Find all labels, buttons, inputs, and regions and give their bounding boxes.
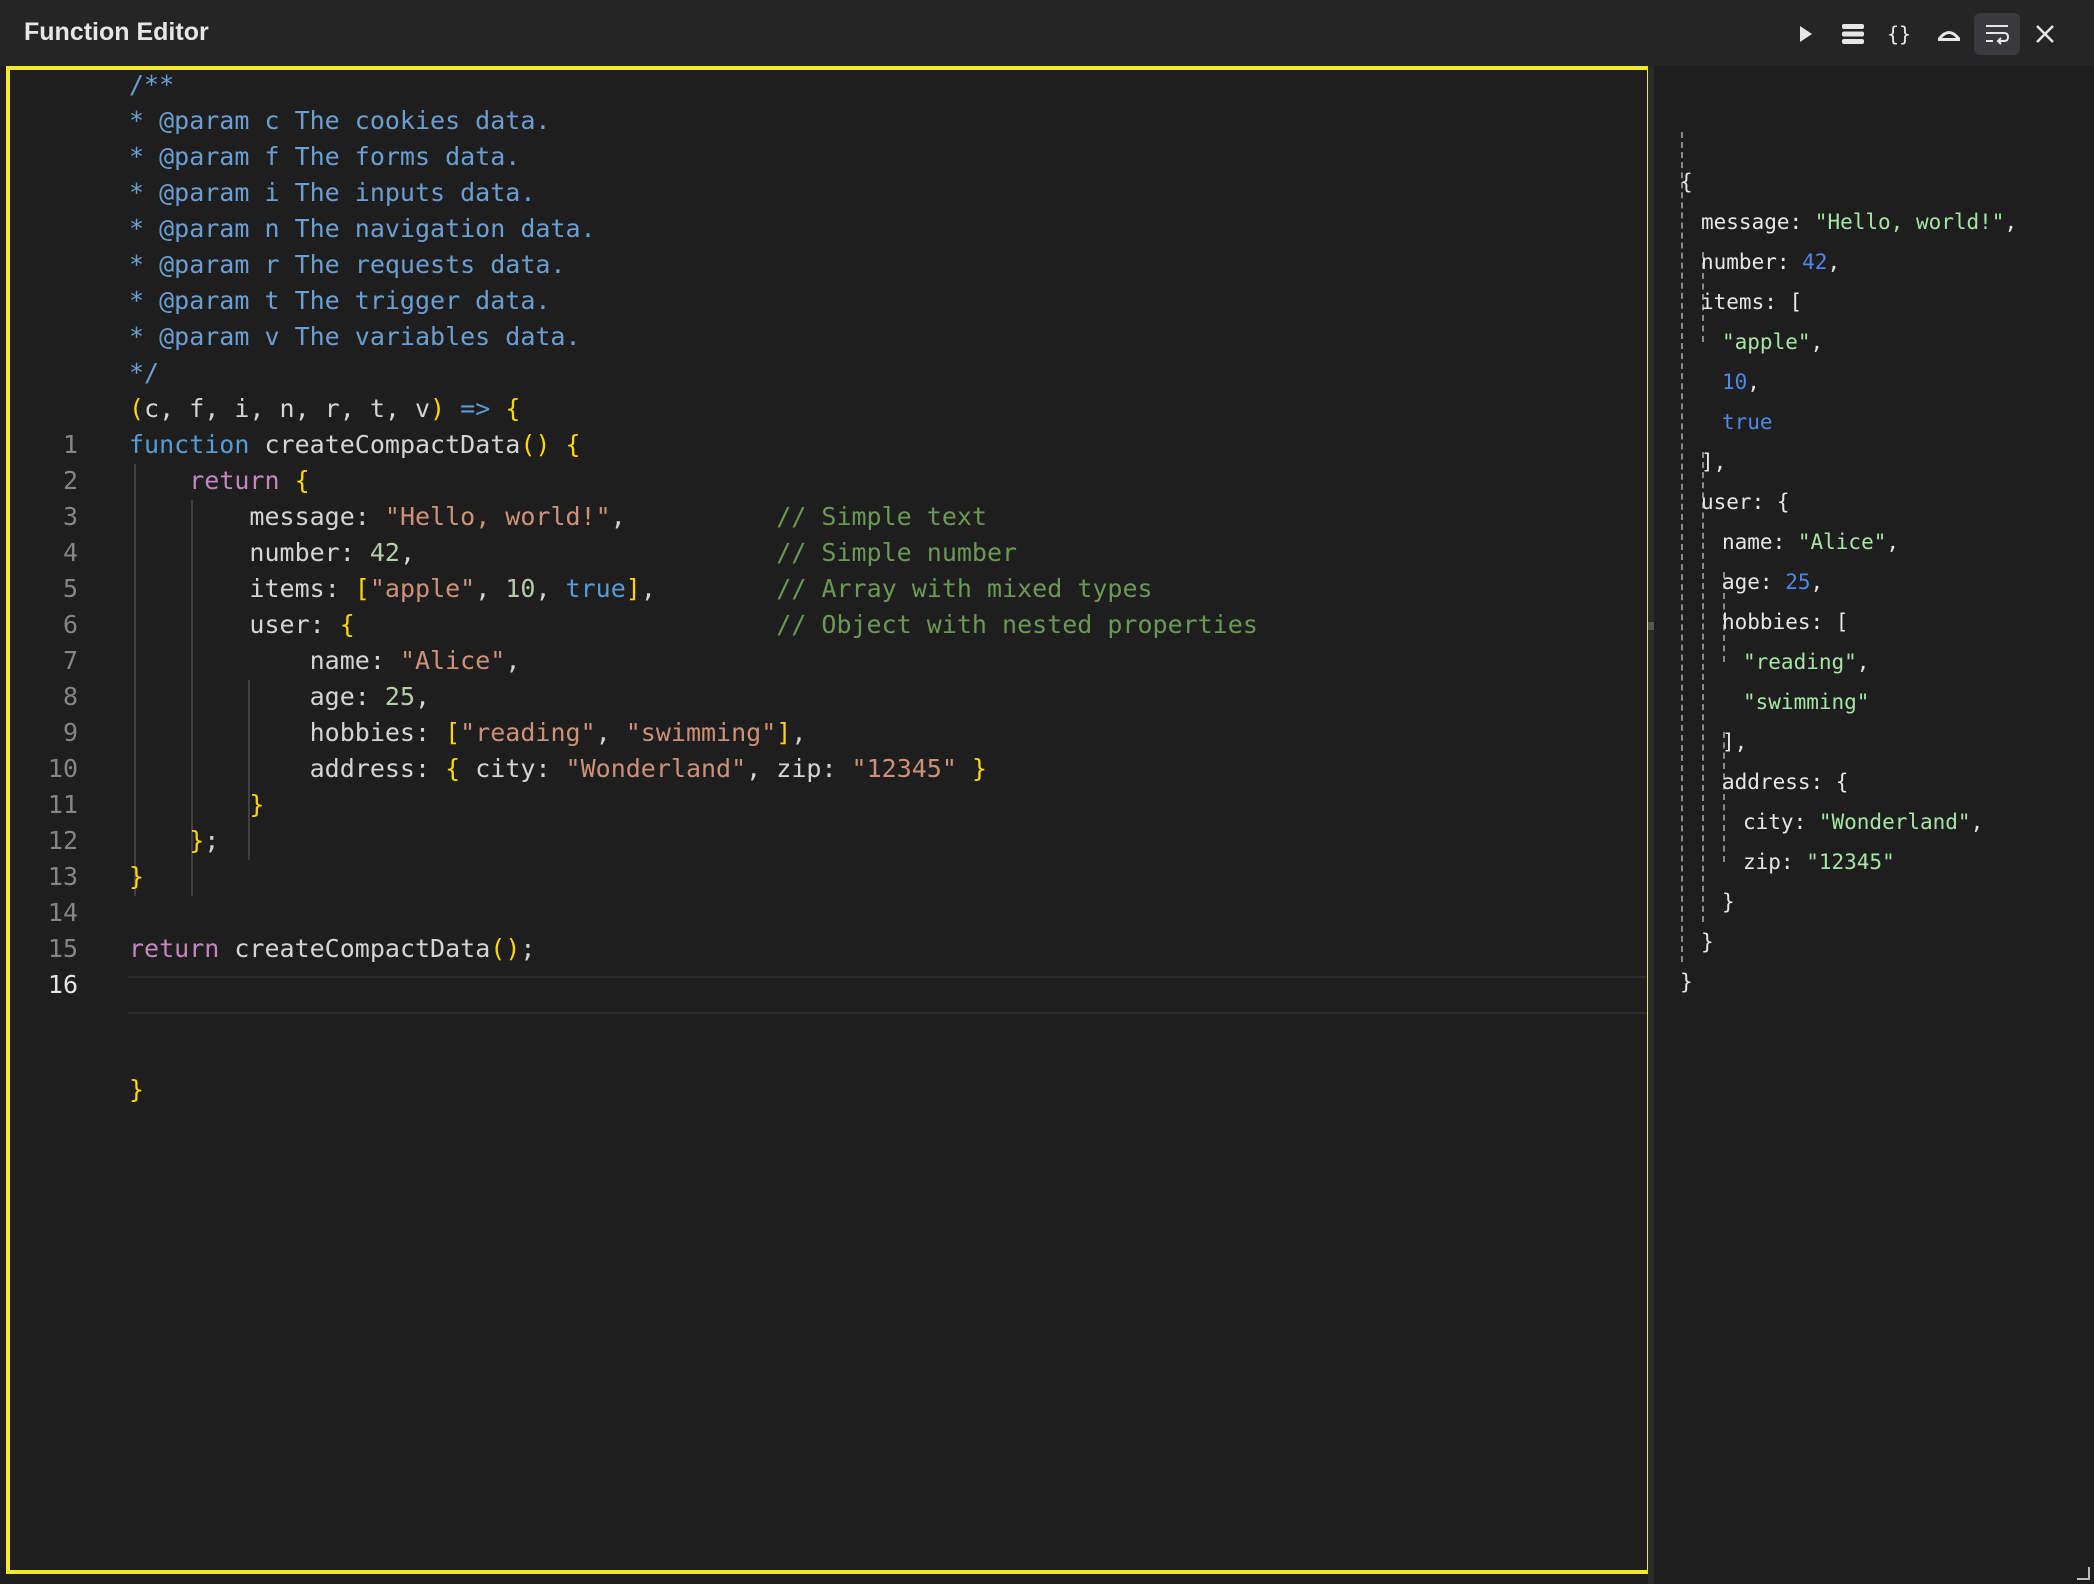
word-wrap-button[interactable]	[1974, 13, 2020, 55]
output-line: "swimming"	[1743, 690, 1870, 714]
run-button[interactable]	[1782, 13, 1828, 55]
title-bar: Function Editor {}	[0, 0, 2094, 66]
header-line: * @param n The navigation data.	[129, 214, 596, 243]
output-line: {	[1680, 170, 1693, 194]
code-line: message: "Hello, world!", // Simple text	[249, 502, 987, 531]
output-panel: { message: "Hello, world!", number: 42, ite…	[1656, 66, 2094, 1584]
output-line: address: {	[1722, 770, 1849, 794]
fold-icon	[1938, 31, 1960, 41]
current-line-highlight	[128, 976, 1647, 1014]
tree-guide	[1681, 132, 1683, 962]
line-number: 12	[47, 826, 78, 855]
code-line: user: { // Object with nested properties	[249, 610, 1258, 639]
line-number: 9	[62, 718, 78, 747]
output-line: city: "Wonderland",	[1743, 810, 1984, 834]
code-line: };	[189, 826, 220, 855]
code-line: age: 25,	[309, 682, 431, 711]
output-line: true	[1722, 410, 1773, 434]
fold-button[interactable]	[1926, 13, 1972, 55]
resize-grip-icon[interactable]	[2076, 1566, 2090, 1580]
line-number: 1	[62, 430, 78, 459]
code-line: }	[129, 862, 145, 891]
output-line: zip: "12345"	[1743, 850, 1895, 874]
output-line: "reading",	[1743, 650, 1870, 674]
output-line: hobbies: [	[1722, 610, 1849, 634]
line-number: 13	[47, 862, 78, 891]
output-line: "apple",	[1722, 330, 1824, 354]
header-line: * @param i The inputs data.	[129, 178, 536, 207]
output-line: }	[1722, 890, 1735, 914]
output-line: }	[1680, 970, 1693, 994]
line-number: 4	[62, 538, 78, 567]
code-line: return createCompactData();	[129, 934, 536, 963]
output-line: ],	[1722, 730, 1748, 754]
format-button[interactable]: {}	[1878, 13, 1924, 55]
signature-params: c, f, i, n, r, t, v	[144, 394, 431, 423]
code-line: name: "Alice",	[309, 646, 521, 675]
code-line: items: ["apple", 10, true], // Array wit…	[249, 574, 1153, 603]
output-line: message: "Hello, world!",	[1701, 210, 2018, 234]
output-line: }	[1701, 930, 1714, 954]
pane-divider[interactable]	[1648, 66, 1654, 1584]
header-line: * @param t The trigger data.	[129, 286, 551, 315]
header-line: * @param f The forms data.	[129, 142, 521, 171]
layers-button[interactable]	[1830, 13, 1876, 55]
line-number: 16	[47, 970, 78, 999]
output-line: items: [	[1701, 290, 1803, 314]
braces-icon: {}	[1887, 22, 1911, 46]
line-number: 14	[47, 898, 78, 927]
header-line: /**	[129, 70, 175, 99]
code-editor[interactable]: /** * @param c The cookies data. * @para…	[6, 66, 1651, 1574]
pane-divider-handle[interactable]	[1648, 622, 1654, 630]
header-line: */	[129, 358, 160, 387]
code-line: address: { city: "Wonderland", zip: "123…	[309, 754, 988, 783]
output-line: age: 25,	[1722, 570, 1824, 594]
play-icon	[1800, 26, 1812, 42]
header-line: * @param r The requests data.	[129, 250, 566, 279]
header-signature: (c, f, i, n, r, t, v) => {	[129, 394, 521, 423]
output-line: user: {	[1701, 490, 1790, 514]
output-line: number: 42,	[1701, 250, 1841, 274]
code-line: }	[249, 790, 265, 819]
close-icon	[2036, 25, 2054, 43]
line-number: 10	[47, 754, 78, 783]
word-wrap-icon	[1986, 25, 2010, 45]
line-number: 8	[62, 682, 78, 711]
line-number: 3	[62, 502, 78, 531]
svg-text:{}: {}	[1887, 22, 1911, 46]
line-number: 5	[62, 574, 78, 603]
line-number: 15	[47, 934, 78, 963]
header-line: * @param v The variables data.	[129, 322, 581, 351]
code-line: return {	[189, 466, 310, 495]
header-line: * @param c The cookies data.	[129, 106, 551, 135]
line-number: 7	[62, 646, 78, 675]
close-button[interactable]	[2022, 13, 2068, 55]
code-line: hobbies: ["reading", "swimming"],	[309, 718, 807, 747]
line-number: 11	[47, 790, 78, 819]
footer-line: }	[129, 1075, 145, 1104]
layers-icon	[1842, 24, 1864, 44]
output-line: name: "Alice",	[1722, 530, 1900, 554]
code-line: function createCompactData() {	[129, 430, 581, 459]
code-line: number: 42, // Simple number	[249, 538, 1018, 567]
line-number: 6	[62, 610, 78, 639]
line-number: 2	[62, 466, 78, 495]
output-line: ],	[1701, 450, 1727, 474]
tree-guide	[1702, 452, 1704, 922]
window-title: Function Editor	[24, 18, 209, 46]
output-line: 10,	[1722, 370, 1760, 394]
